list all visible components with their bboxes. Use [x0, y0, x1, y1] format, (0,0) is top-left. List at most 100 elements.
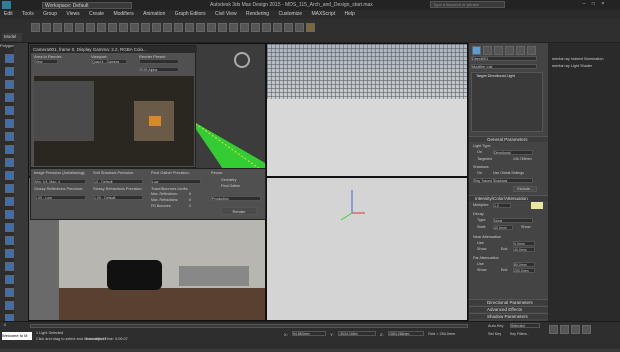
y-coord-field[interactable]: -3034.168m: [338, 331, 376, 336]
close-icon[interactable]: ×: [599, 1, 607, 7]
far-show-checkbox[interactable]: Show: [477, 268, 487, 272]
area-to-render-select[interactable]: View: [34, 59, 58, 64]
app-logo-icon[interactable]: [2, 1, 11, 9]
move-icon[interactable]: [130, 23, 139, 32]
menu-maxscript[interactable]: MAXScript: [311, 10, 335, 19]
go-to-start-icon[interactable]: [549, 325, 558, 334]
menu-customize[interactable]: Customize: [278, 10, 302, 19]
decay-type-select[interactable]: None: [493, 218, 533, 223]
unlink-icon[interactable]: [64, 23, 73, 32]
light-on-checkbox[interactable]: On: [477, 150, 482, 154]
final-gather-check[interactable]: Final Gather: [221, 184, 240, 188]
right-panel-item-2[interactable]: mental ray Light Shader: [552, 64, 592, 68]
tool-icon-7[interactable]: [5, 132, 14, 141]
render-settings-panel[interactable]: Image Precision (Antialiasing): Min: 1/4…: [30, 168, 266, 220]
tool-icon-20[interactable]: [5, 301, 14, 310]
display-tab-icon[interactable]: [516, 46, 525, 55]
viewport-select[interactable]: Quad 4 - Camera: [91, 59, 127, 64]
max-refractions-value[interactable]: 6: [189, 198, 191, 202]
far-use-checkbox[interactable]: Use: [477, 262, 484, 266]
select-icon[interactable]: [86, 23, 95, 32]
image-precision-value[interactable]: Min: 1/4, Max: 4: [34, 179, 86, 184]
menu-group[interactable]: Group: [43, 10, 57, 19]
modifier-list[interactable]: Modifier List: [471, 64, 537, 69]
auto-key-button[interactable]: Auto Key: [488, 324, 503, 328]
tool-icon-1[interactable]: [5, 54, 14, 63]
schematic-icon[interactable]: [262, 23, 271, 32]
menu-civil-view[interactable]: Civil View: [215, 10, 237, 19]
menu-tools[interactable]: Tools: [22, 10, 34, 19]
x-coord-field[interactable]: 94.883mm: [292, 331, 326, 336]
tool-icon-18[interactable]: [5, 275, 14, 284]
modifier-stack-item[interactable]: Target Directional Light: [472, 73, 542, 79]
shadows-on-checkbox[interactable]: On: [477, 171, 482, 175]
production-select[interactable]: Production: [211, 196, 261, 201]
tool-icon-17[interactable]: [5, 262, 14, 271]
window-crossing-icon[interactable]: [119, 23, 128, 32]
targeted-checkbox[interactable]: Targeted: [477, 157, 492, 161]
curve-editor-icon[interactable]: [251, 23, 260, 32]
tool-icon-6[interactable]: [5, 119, 14, 128]
set-key-button[interactable]: Set Key: [488, 332, 501, 336]
rendered-frame-icon[interactable]: [295, 23, 304, 32]
tool-icon-11[interactable]: [5, 184, 14, 193]
left-tab-model[interactable]: Model: [2, 33, 22, 41]
menu-edit[interactable]: Edit: [4, 10, 13, 19]
menu-animation[interactable]: Animation: [143, 10, 165, 19]
motion-tab-icon[interactable]: [505, 46, 514, 55]
workspace-dropdown[interactable]: Workspace: Default: [42, 2, 132, 9]
geometry-check[interactable]: Geometry: [221, 178, 236, 182]
light-color-swatch[interactable]: [531, 202, 543, 209]
region-icon[interactable]: [108, 23, 117, 32]
far-end-value[interactable]: 200.0mm: [513, 268, 535, 273]
final-gather-value[interactable]: Low: [151, 179, 201, 184]
exclude-button[interactable]: Exclude...: [513, 186, 537, 192]
material-editor-icon[interactable]: [273, 23, 282, 32]
tool-icon-4[interactable]: [5, 93, 14, 102]
fg-bounces-value[interactable]: 0: [189, 204, 191, 208]
right-panel-item-1[interactable]: mental ray Indirect Illumination: [552, 57, 604, 61]
previous-frame-icon[interactable]: [560, 325, 569, 334]
far-start-value[interactable]: 80.0mm: [513, 262, 535, 267]
multiplier-value[interactable]: 1.0: [493, 203, 511, 208]
decay-show-checkbox[interactable]: Show: [521, 225, 531, 229]
snaps-icon[interactable]: [185, 23, 194, 32]
directional-parameters-rollout[interactable]: Directional Parameters: [469, 299, 549, 305]
percent-snap-icon[interactable]: [207, 23, 216, 32]
channel-select[interactable]: RGB Alpha: [139, 67, 179, 72]
mirror-icon[interactable]: [218, 23, 227, 32]
pivot-icon[interactable]: [174, 23, 183, 32]
glossy-reflections-value[interactable]: 1.0X - Low: [34, 195, 86, 200]
shadow-parameters-rollout[interactable]: Shadow Parameters: [469, 313, 549, 319]
viewport-top-right[interactable]: [266, 43, 468, 177]
near-show-checkbox[interactable]: Show: [477, 247, 487, 251]
menu-help[interactable]: Help: [344, 10, 354, 19]
tool-icon-3[interactable]: [5, 80, 14, 89]
minimize-icon[interactable]: –: [580, 1, 588, 7]
hierarchy-tab-icon[interactable]: [494, 46, 503, 55]
viewport-bottom-right[interactable]: [266, 177, 468, 321]
tool-icon-16[interactable]: [5, 249, 14, 258]
next-frame-icon[interactable]: [582, 325, 591, 334]
layers-icon[interactable]: [240, 23, 249, 32]
menu-views[interactable]: Views: [66, 10, 79, 19]
rotate-icon[interactable]: [141, 23, 150, 32]
menu-modifiers[interactable]: Modifiers: [113, 10, 133, 19]
render-setup-icon[interactable]: [284, 23, 293, 32]
tool-icon-15[interactable]: [5, 236, 14, 245]
tool-icon-14[interactable]: [5, 223, 14, 232]
scale-icon[interactable]: [152, 23, 161, 32]
render-button[interactable]: Render: [221, 207, 257, 215]
tool-icon-12[interactable]: [5, 197, 14, 206]
shadow-type-select[interactable]: Ray Traced Shadows: [473, 178, 533, 183]
near-start-value[interactable]: 0.0mm: [513, 241, 535, 246]
advanced-effects-rollout[interactable]: Advanced Effects: [469, 306, 549, 312]
bind-icon[interactable]: [75, 23, 84, 32]
soft-shadows-value[interactable]: 1X - Default: [93, 179, 143, 184]
undo-icon[interactable]: [31, 23, 40, 32]
tool-icon-9[interactable]: [5, 158, 14, 167]
near-end-value[interactable]: 40.0mm: [513, 247, 535, 252]
align-icon[interactable]: [229, 23, 238, 32]
select-by-name-icon[interactable]: [97, 23, 106, 32]
tool-icon-8[interactable]: [5, 145, 14, 154]
